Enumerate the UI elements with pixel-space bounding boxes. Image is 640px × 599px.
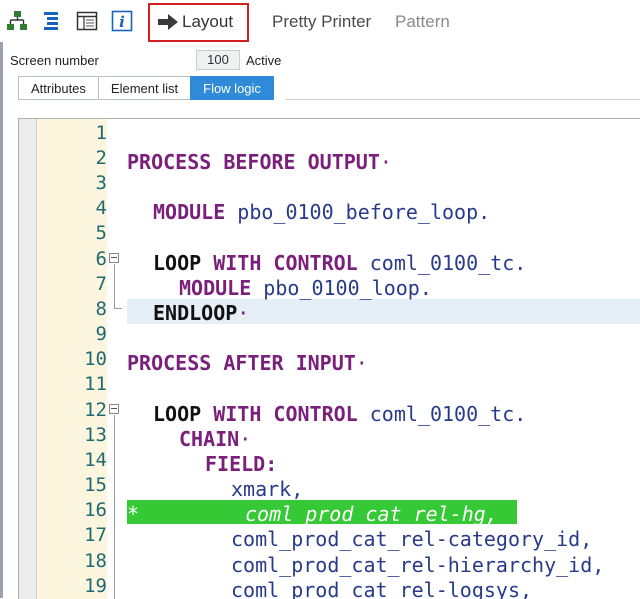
code-line-10: PROCESS AFTER INPUT·: [127, 351, 368, 375]
identifier: coml_0100_tc.: [369, 402, 527, 426]
keyword: WITH CONTROL: [213, 251, 358, 275]
code-line-7: MODULE pbo_0100_loop.: [179, 276, 432, 300]
fold-guide: [114, 264, 115, 308]
toolbar: i Layout Pretty Printer Pattern: [0, 0, 640, 42]
arrow-right-icon: [157, 13, 179, 36]
line-number: 5: [95, 222, 107, 244]
line-number: 14: [84, 449, 107, 471]
line-number: 1: [95, 122, 107, 144]
line-number: 19: [84, 575, 107, 597]
keyword: PROCESS AFTER INPUT: [127, 351, 356, 375]
code-line-6: LOOP WITH CONTROL coml_0100_tc.: [153, 251, 526, 275]
keyword: MODULE: [153, 200, 226, 224]
line-number: 2: [95, 147, 107, 169]
comment-star: *: [127, 502, 140, 526]
pretty-printer-button[interactable]: Pretty Printer: [272, 0, 371, 42]
identifier: coml_prod_cat_rel-category_id,: [231, 527, 593, 551]
editor-margin: [19, 119, 37, 599]
tab-attributes[interactable]: Attributes: [18, 76, 99, 100]
line-number: 7: [95, 273, 107, 295]
screen-number-field[interactable]: 100: [196, 50, 240, 70]
line-number: 4: [95, 197, 107, 219]
code-line-12: LOOP WITH CONTROL coml_0100_tc.: [153, 402, 526, 426]
pattern-button[interactable]: Pattern: [395, 0, 450, 42]
tab-flow-logic[interactable]: Flow logic: [190, 76, 274, 100]
identifier: coml_prod_cat_rel-hierarchy_id,: [231, 553, 605, 577]
code-line-16-text: coml_prod_cat_rel-hg,: [245, 502, 498, 526]
code-line-19: coml_prod_cat_rel-logsys,: [231, 578, 532, 599]
fold-guide-end: [114, 308, 122, 309]
tab-element-list[interactable]: Element list: [97, 76, 192, 100]
code-editor[interactable]: 1 2 3 4 5 6 7 8 9 10 11 12 13 14 15 16 1…: [18, 118, 640, 599]
keyword: FIELD:: [205, 452, 278, 476]
status-text: Active: [246, 53, 282, 68]
fold-toggle-icon[interactable]: [109, 404, 119, 414]
line-number: 6: [95, 248, 107, 270]
line-number: 13: [84, 424, 107, 446]
code-line-2: PROCESS BEFORE OUTPUT·: [127, 150, 392, 174]
line-number: 17: [84, 524, 107, 546]
outline-icon[interactable]: [40, 10, 62, 32]
info-icon[interactable]: i: [111, 10, 133, 32]
tab-strip: Attributes Element list Flow logic: [18, 76, 274, 100]
keyword: ENDLOOP: [153, 301, 238, 325]
keyword: WITH CONTROL: [213, 402, 358, 426]
fold-guide: [114, 415, 115, 599]
line-number: 18: [84, 550, 107, 572]
keyword: LOOP: [153, 251, 202, 275]
screen-number-label: Screen number: [10, 53, 99, 68]
identifier: coml_prod_cat_rel-logsys,: [231, 578, 533, 599]
line-number-gutter: 1 2 3 4 5 6 7 8 9 10 11 12 13 14 15 16 1…: [37, 119, 107, 599]
line-number: 16: [84, 499, 107, 521]
code-line-13: CHAIN·: [179, 427, 252, 451]
code-line-8: ENDLOOP·: [153, 301, 250, 325]
identifier: xmark,: [231, 477, 304, 501]
identifier: pbo_0100_loop.: [263, 276, 432, 300]
line-number: 11: [84, 373, 107, 395]
fold-toggle-icon[interactable]: [109, 253, 119, 263]
code-line-16: *: [127, 502, 139, 526]
code-line-15: xmark,: [231, 477, 303, 501]
svg-text:i: i: [119, 13, 125, 31]
code-line-17: coml_prod_cat_rel-category_id,: [231, 527, 592, 551]
keyword: CHAIN: [179, 427, 240, 451]
keyword: LOOP: [153, 402, 202, 426]
line-number: 8: [95, 298, 107, 320]
identifier: coml_0100_tc.: [369, 251, 527, 275]
line-number: 10: [84, 348, 107, 370]
line-number: 15: [84, 474, 107, 496]
display-list-icon[interactable]: [76, 10, 98, 32]
line-number: 12: [84, 399, 107, 421]
hierarchy-icon[interactable]: [6, 10, 28, 32]
window-edge: [0, 42, 3, 598]
code-line-4: MODULE pbo_0100_before_loop.: [153, 200, 490, 224]
keyword: MODULE: [179, 276, 252, 300]
identifier: pbo_0100_before_loop.: [237, 200, 491, 224]
tab-divider: [286, 99, 640, 100]
line-number: 9: [95, 323, 107, 345]
code-line-14: FIELD:: [205, 452, 277, 476]
commented-field: coml_prod_cat_rel-hg,: [245, 502, 498, 526]
keyword: PROCESS BEFORE OUTPUT: [127, 150, 380, 174]
layout-button[interactable]: Layout: [182, 0, 233, 42]
code-line-18: coml_prod_cat_rel-hierarchy_id,: [231, 553, 604, 577]
line-number: 3: [95, 172, 107, 194]
